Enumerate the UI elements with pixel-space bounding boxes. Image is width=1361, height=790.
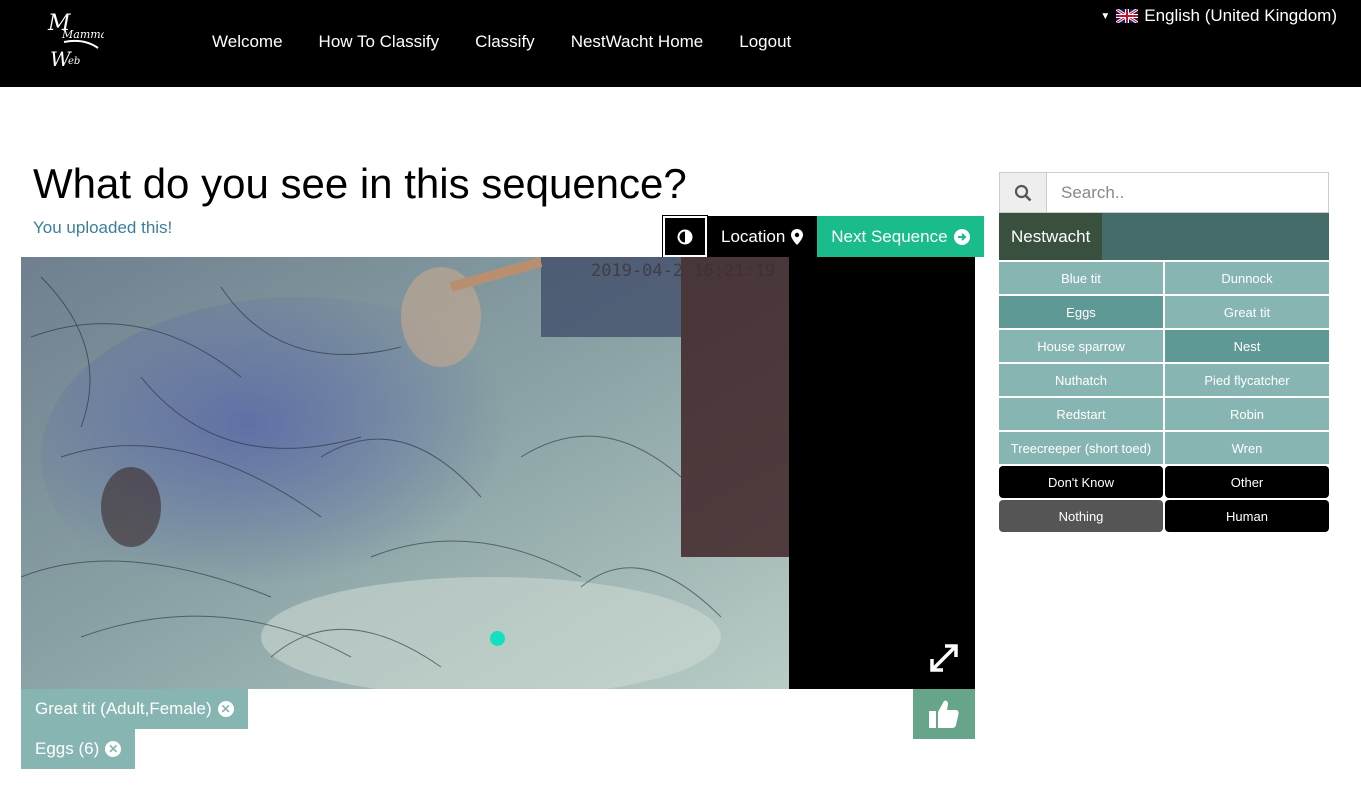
main-nav: Welcome How To Classify Classify NestWac… [212, 32, 827, 52]
species-grid: Blue tit Dunnock Eggs Great tit House sparro… [999, 260, 1329, 532]
thumbs-up-icon [929, 700, 959, 728]
image-viewer[interactable]: 2019-04-2 16:21:19 [21, 257, 975, 689]
tag-label: Eggs (6) [35, 739, 100, 758]
viewer-toolbar: Location Next Sequence [662, 215, 984, 258]
image-timestamp: 2019-04-2 16:21:19 [591, 261, 776, 281]
location-button[interactable]: Location [707, 216, 818, 257]
location-label: Location [721, 226, 786, 246]
next-sequence-label: Next Sequence [831, 226, 948, 246]
contrast-icon [677, 229, 693, 244]
annotation-marker[interactable] [490, 631, 505, 646]
uk-flag-icon [1116, 9, 1139, 23]
species-button-robin[interactable]: Robin [1165, 398, 1329, 430]
species-button-nothing[interactable]: Nothing [999, 500, 1163, 532]
species-button-wren[interactable]: Wren [1165, 432, 1329, 464]
language-label: English (United Kingdom) [1144, 6, 1337, 25]
species-button-eggs[interactable]: Eggs [999, 296, 1163, 328]
species-button-don-t-know[interactable]: Don't Know [999, 466, 1163, 498]
species-button-great-tit[interactable]: Great tit [1165, 296, 1329, 328]
contrast-toggle-button[interactable] [662, 215, 708, 258]
next-sequence-button[interactable]: Next Sequence [817, 216, 984, 257]
language-selector[interactable]: ▼ English (United Kingdom) [1100, 6, 1337, 26]
arrow-circle-right-icon [953, 228, 970, 245]
species-button-redstart[interactable]: Redstart [999, 398, 1163, 430]
uploaded-note: You uploaded this! [33, 218, 173, 237]
mammalweb-logo[interactable]: M Mammal Web W eb [44, 8, 138, 72]
species-search [999, 172, 1329, 213]
species-button-other[interactable]: Other [1165, 466, 1329, 498]
classification-tag: Great tit (Adult,Female) ✕ [21, 689, 248, 729]
species-panel: Nestwacht Blue titDunnockEggsGreat titHo… [999, 172, 1329, 532]
fullscreen-expand-icon[interactable] [927, 641, 961, 675]
remove-tag-icon[interactable]: ✕ [105, 741, 122, 757]
nav-logout[interactable]: Logout [739, 32, 791, 52]
map-marker-icon [791, 228, 804, 245]
classification-tag: Eggs (6) ✕ [21, 729, 136, 769]
top-navbar: M Mammal Web W eb Welcome How To Classif… [0, 0, 1361, 87]
nav-nestwacht-home[interactable]: NestWacht Home [571, 32, 704, 52]
species-button-nuthatch[interactable]: Nuthatch [999, 364, 1163, 396]
caret-down-icon: ▼ [1100, 10, 1111, 22]
species-button-house-sparrow[interactable]: House sparrow [999, 330, 1163, 362]
page-title: What do you see in this sequence? [33, 160, 687, 207]
search-input[interactable] [1047, 173, 1328, 212]
svg-text:Mammal Web: Mammal Web [61, 28, 104, 41]
camera-trap-image: 2019-04-2 16:21:19 [21, 257, 789, 689]
nav-how-to-classify[interactable]: How To Classify [319, 32, 440, 52]
species-button-treecreeper-short-toed[interactable]: Treecreeper (short toed) [999, 432, 1163, 464]
nav-classify[interactable]: Classify [475, 32, 535, 52]
remove-tag-icon[interactable]: ✕ [217, 701, 234, 717]
nav-welcome[interactable]: Welcome [212, 32, 283, 52]
tag-label: Great tit (Adult,Female) [35, 699, 212, 718]
species-button-human[interactable]: Human [1165, 500, 1329, 532]
search-icon[interactable] [1000, 173, 1047, 212]
species-button-nest[interactable]: Nest [1165, 330, 1329, 362]
submit-classification-button[interactable] [913, 689, 975, 739]
species-button-pied-flycatcher[interactable]: Pied flycatcher [1165, 364, 1329, 396]
species-button-blue-tit[interactable]: Blue tit [999, 262, 1163, 294]
species-button-dunnock[interactable]: Dunnock [1165, 262, 1329, 294]
tab-nestwacht[interactable]: Nestwacht [999, 213, 1103, 260]
species-tab-bar: Nestwacht [999, 213, 1329, 260]
svg-text:eb: eb [68, 56, 80, 67]
